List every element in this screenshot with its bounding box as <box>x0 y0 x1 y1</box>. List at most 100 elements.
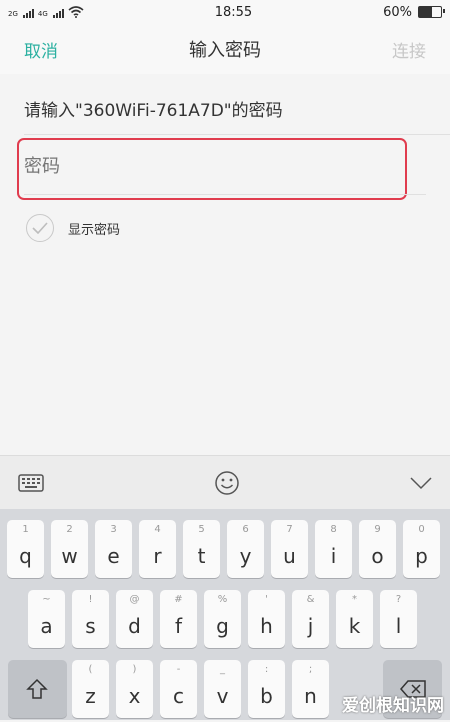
key-label: s <box>85 614 96 638</box>
wifi-icon <box>68 6 84 18</box>
keyboard-row-1: 1q2w3e4r5t6y7u8i9o0p <box>0 520 450 582</box>
key-j[interactable]: & j <box>292 590 329 648</box>
key-label: v <box>216 684 229 708</box>
key-secondary-label: 6 <box>242 524 249 535</box>
battery-level-fill <box>419 7 433 17</box>
keyboard-icon[interactable] <box>18 473 44 493</box>
key-secondary-label: 1 <box>22 524 29 535</box>
key-secondary-label: 2 <box>66 524 73 535</box>
key-w[interactable]: 2w <box>51 520 88 578</box>
key-label: y <box>239 544 252 568</box>
key-secondary-label: ( <box>88 664 93 675</box>
key-secondary-label: @ <box>129 594 140 605</box>
key-label: c <box>173 684 184 708</box>
keyboard-row-2: ~ a! s @ d # f% g ' h & j * k? l <box>0 590 450 652</box>
key-label: h <box>260 614 273 638</box>
key-label: p <box>415 544 428 568</box>
key-c[interactable]: -c <box>160 660 197 718</box>
key-f[interactable]: # f <box>160 590 197 648</box>
key-label: z <box>85 684 96 708</box>
key-secondary-label: 3 <box>110 524 117 535</box>
key-i[interactable]: 8i <box>315 520 352 578</box>
key-secondary-label: 4 <box>154 524 161 535</box>
checkbox[interactable] <box>26 214 54 242</box>
signal-indicators: 2G 4G <box>8 6 84 18</box>
key-d[interactable]: @ d <box>116 590 153 648</box>
keyboard-toolbar <box>0 455 450 510</box>
key-p[interactable]: 0p <box>403 520 440 578</box>
key-secondary-label: * <box>352 594 357 605</box>
sim2-label: 4G <box>37 10 48 18</box>
network-prompt: 请输入"360WiFi-761A7D"的密码 <box>24 101 283 121</box>
key-label: e <box>107 544 120 568</box>
key-label: r <box>153 544 162 568</box>
key-s[interactable]: ! s <box>72 590 109 648</box>
nav-bar: 取消 输入密码 连接 <box>0 24 450 74</box>
divider <box>24 134 450 135</box>
battery-percent: 60% <box>383 4 412 20</box>
key-b[interactable]: :b <box>248 660 285 718</box>
key-label: x <box>128 684 141 708</box>
key-z[interactable]: (z <box>72 660 109 718</box>
emoji-icon[interactable] <box>214 470 240 496</box>
key-label: f <box>174 614 183 638</box>
key-secondary-label: ) <box>132 664 137 675</box>
key-label: o <box>371 544 384 568</box>
key-secondary-label: & <box>306 594 315 605</box>
status-bar: 2G 4G 18:55 60% <box>0 0 450 24</box>
key-label: l <box>395 614 402 638</box>
show-password-toggle[interactable]: 显示密码 <box>26 214 120 242</box>
key-label: u <box>283 544 296 568</box>
key-secondary-label: - <box>176 664 181 675</box>
battery-icon <box>418 6 445 18</box>
key-label: d <box>128 614 141 638</box>
key-u[interactable]: 7u <box>271 520 308 578</box>
keyboard: 1q2w3e4r5t6y7u8i9o0p ~ a! s @ d # f% g ' h & j * k? l … <box>0 509 450 720</box>
key-secondary-label: ~ <box>42 594 51 605</box>
shift-icon <box>26 678 48 699</box>
key-secondary-label: ' <box>265 594 268 605</box>
shift-key[interactable] <box>8 660 67 718</box>
key-t[interactable]: 5t <box>183 520 220 578</box>
cancel-button[interactable]: 取消 <box>24 37 58 62</box>
key-g[interactable]: % g <box>204 590 241 648</box>
key-secondary-label: % <box>217 594 228 605</box>
key-x[interactable]: ) x <box>116 660 153 718</box>
key-r[interactable]: 4r <box>139 520 176 578</box>
connect-button[interactable]: 连接 <box>392 37 426 62</box>
key-secondary-label: 7 <box>286 524 293 535</box>
key-a[interactable]: ~ a <box>28 590 65 648</box>
key-q[interactable]: 1q <box>7 520 44 578</box>
signal-icon <box>22 9 34 18</box>
key-label: b <box>260 684 273 708</box>
key-label: a <box>40 614 53 638</box>
key-label: q <box>19 544 32 568</box>
key-secondary-label: 0 <box>418 524 425 535</box>
key-label: g <box>216 614 229 638</box>
battery-area: 60% <box>383 4 445 20</box>
key-n[interactable]: ; n <box>292 660 329 718</box>
watermark-text: 爱创根知识网 <box>342 696 444 716</box>
password-form: 请输入"360WiFi-761A7D"的密码 显示密码 <box>0 74 450 455</box>
key-secondary-label: ; <box>308 664 313 675</box>
key-label: i <box>330 544 337 568</box>
key-label: k <box>348 614 361 638</box>
key-secondary-label: # <box>174 594 183 605</box>
key-secondary-label: ? <box>395 594 402 605</box>
key-k[interactable]: * k <box>336 590 373 648</box>
status-time: 18:55 <box>214 4 253 20</box>
key-o[interactable]: 9o <box>359 520 396 578</box>
key-e[interactable]: 3e <box>95 520 132 578</box>
key-secondary-label: _ <box>220 664 225 675</box>
key-v[interactable]: _ v <box>204 660 241 718</box>
password-input[interactable] <box>24 156 384 177</box>
key-secondary-label: : <box>264 664 269 675</box>
key-label: t <box>197 544 206 568</box>
chevron-down-icon[interactable] <box>410 476 432 490</box>
password-underline <box>24 194 426 195</box>
page-title: 输入密码 <box>189 40 261 61</box>
key-h[interactable]: ' h <box>248 590 285 648</box>
key-l[interactable]: ? l <box>380 590 417 648</box>
key-y[interactable]: 6y <box>227 520 264 578</box>
sim1-label: 2G <box>8 10 18 18</box>
